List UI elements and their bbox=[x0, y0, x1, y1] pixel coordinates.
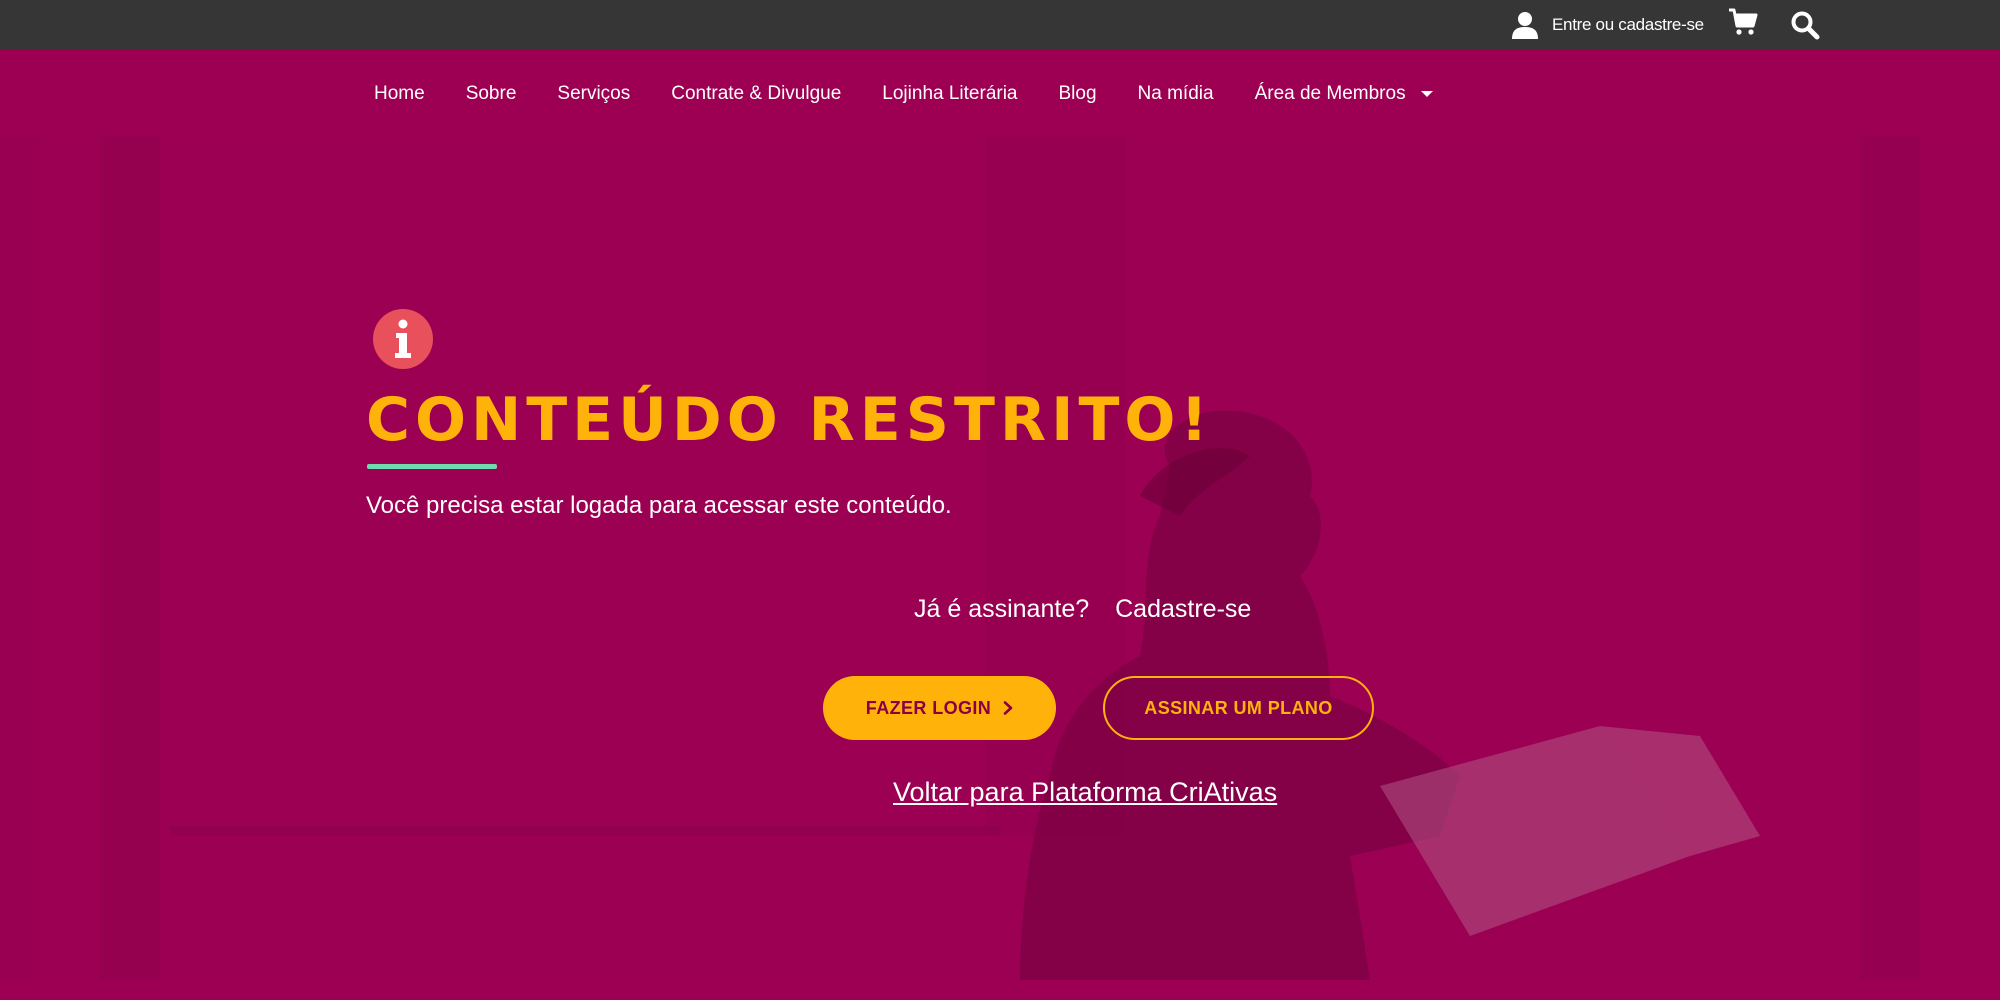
nav-item-lojinha-literaria[interactable]: Lojinha Literária bbox=[882, 83, 1017, 105]
login-button[interactable]: FAZER LOGIN bbox=[823, 676, 1056, 740]
nav-item-home[interactable]: Home bbox=[374, 83, 425, 105]
page-title: CONTEÚDO RESTRITO! bbox=[366, 385, 1213, 455]
back-to-platform-link[interactable]: Voltar para Plataforma CriAtivas bbox=[893, 773, 1277, 811]
account-label: Entre ou cadastre-se bbox=[1552, 15, 1704, 34]
signup-link[interactable]: Cadastre-se bbox=[1115, 591, 1251, 627]
already-subscriber-text: Já é assinante? bbox=[914, 595, 1090, 623]
subscribe-plan-button[interactable]: ASSINAR UM PLANO bbox=[1103, 676, 1374, 740]
restricted-message: Você precisa estar logada para acessar e… bbox=[366, 492, 952, 519]
subscriber-prompt: Já é assinante? Cadastre-se bbox=[914, 591, 1251, 627]
nav-item-contrate-divulgue[interactable]: Contrate & Divulgue bbox=[671, 83, 841, 105]
woman-reading-illustration bbox=[0, 136, 1920, 980]
nav-item-blog[interactable]: Blog bbox=[1059, 83, 1097, 105]
subscribe-plan-label: ASSINAR UM PLANO bbox=[1144, 697, 1333, 718]
hero-background bbox=[0, 136, 2000, 980]
user-icon bbox=[1512, 12, 1538, 39]
login-button-label: FAZER LOGIN bbox=[865, 697, 992, 718]
search-icon[interactable] bbox=[1790, 10, 1820, 40]
nav-item-area-de-membros-label: Área de Membros bbox=[1254, 83, 1406, 104]
account-link[interactable]: Entre ou cadastre-se bbox=[1510, 10, 1704, 40]
chevron-down-icon bbox=[1420, 91, 1433, 97]
nav-item-na-midia[interactable]: Na mídia bbox=[1138, 83, 1214, 105]
info-icon bbox=[373, 309, 433, 369]
nav-item-area-de-membros[interactable]: Área de Membros bbox=[1255, 83, 1434, 105]
chevron-right-icon bbox=[1003, 701, 1013, 715]
nav-item-servicos[interactable]: Serviços bbox=[557, 83, 630, 105]
main-nav: Home Sobre Serviços Contrate & Divulgue … bbox=[374, 78, 1434, 110]
nav-item-sobre[interactable]: Sobre bbox=[466, 83, 517, 105]
title-underline bbox=[367, 464, 497, 469]
cart-icon[interactable] bbox=[1727, 6, 1759, 38]
top-utility-bar: Entre ou cadastre-se bbox=[0, 0, 2000, 50]
